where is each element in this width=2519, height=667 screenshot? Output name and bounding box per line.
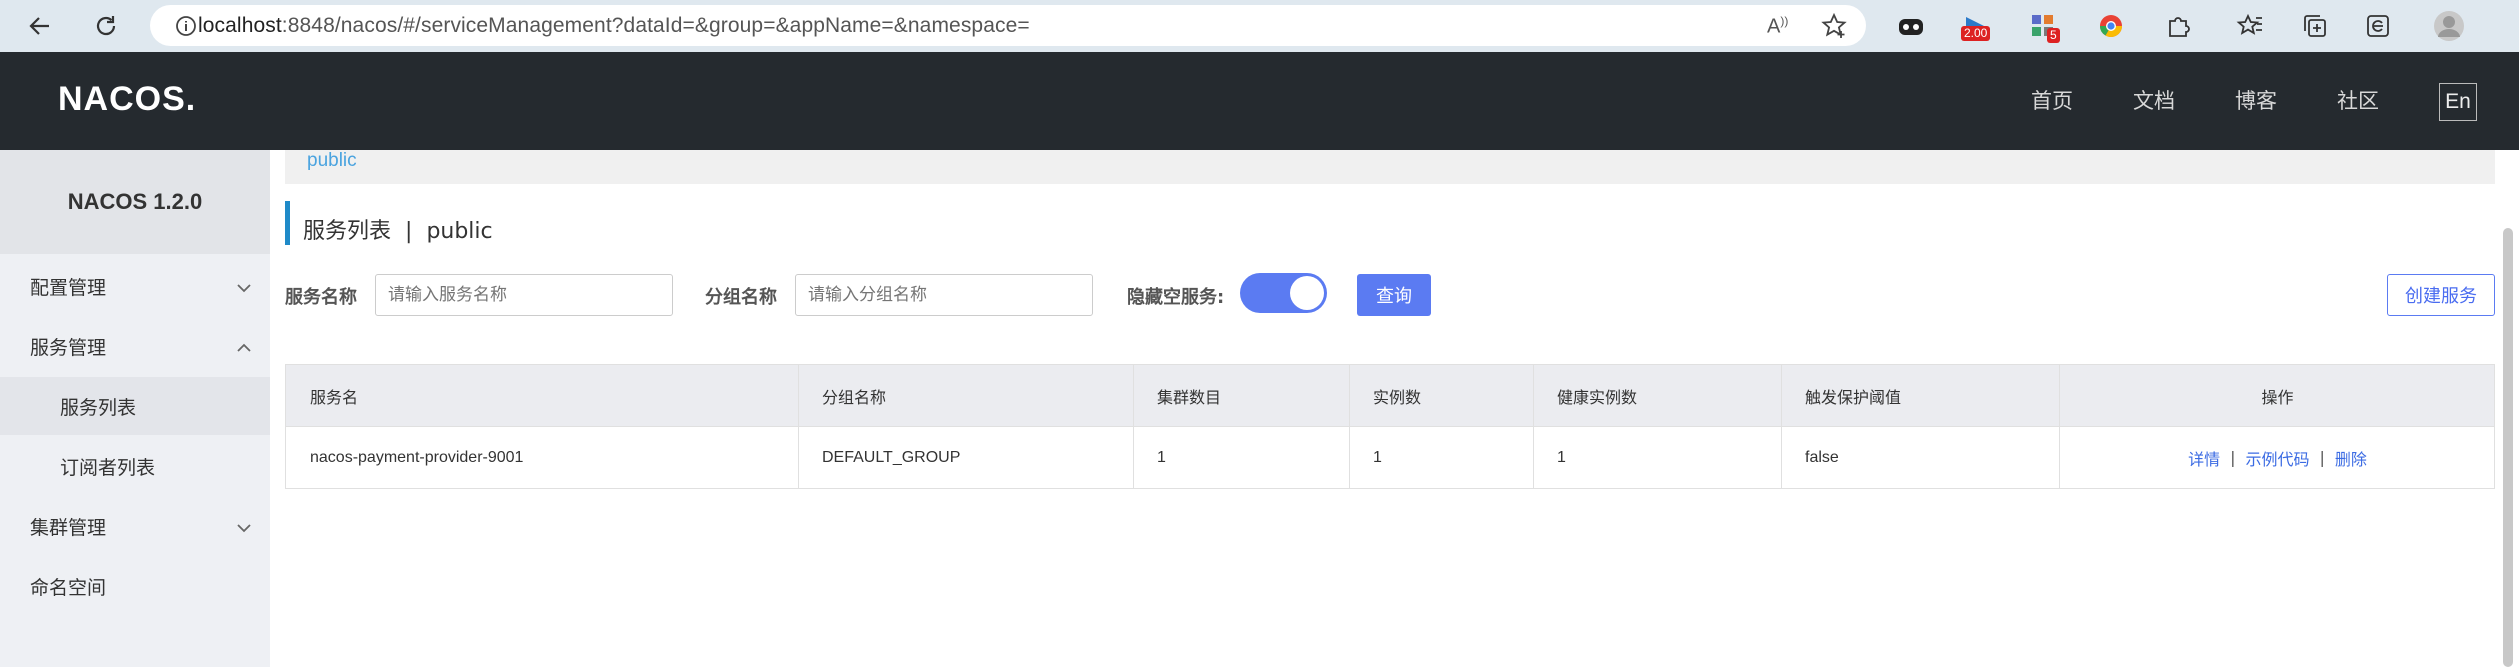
namespace-link[interactable]: public (307, 150, 357, 172)
title-accent (285, 201, 290, 245)
read-aloud-icon[interactable]: A)) (1767, 14, 1788, 39)
ops-separator: | (2230, 448, 2236, 467)
col-operations: 操作 (2261, 387, 2294, 407)
sidebar-item-service-list[interactable]: 服务列表 (0, 377, 270, 435)
browser-toolbar: localhost:8848/nacos/#/serviceManagement… (0, 0, 2519, 53)
edge-icon[interactable] (2360, 8, 2396, 44)
reload-icon[interactable] (86, 6, 126, 46)
service-name-label: 服务名称 (285, 287, 357, 308)
cell-healthy-count: 1 (1557, 448, 1566, 466)
col-instance-count: 实例数 (1373, 387, 1422, 407)
scrollbar[interactable] (2503, 228, 2513, 667)
sidebar-item-label: 配置管理 (30, 276, 107, 299)
sample-code-link[interactable]: 示例代码 (2245, 446, 2309, 470)
favorites-icon[interactable] (2232, 8, 2268, 44)
group-name-input[interactable] (795, 274, 1093, 316)
namespace-strip: public (285, 150, 2495, 184)
table-header: 服务名 分组名称 集群数目 实例数 健康实例数 触发保护阈值 操作 (285, 364, 2495, 427)
cell-service-name: nacos-payment-provider-9001 (310, 448, 524, 466)
extension-badge-icon[interactable]: 2.00 (1957, 8, 1993, 44)
url-text: localhost:8848/nacos/#/serviceManagement… (198, 14, 1030, 38)
puzzle-icon[interactable] (2160, 8, 2196, 44)
delete-link[interactable]: 删除 (2335, 446, 2367, 470)
nav-docs[interactable]: 文档 (2133, 85, 2175, 115)
copilot-icon[interactable] (1893, 8, 1929, 44)
title-separator: | (405, 219, 413, 244)
sidebar-item-namespace[interactable]: 命名空间 (0, 557, 270, 615)
sidebar-item-subscribers[interactable]: 订阅者列表 (0, 437, 270, 495)
chrome-like-icon[interactable] (2093, 8, 2129, 44)
cell-protect-threshold: false (1805, 448, 1839, 466)
page-title-namespace: public (426, 219, 493, 244)
group-name-label: 分组名称 (705, 287, 777, 308)
nav-community[interactable]: 社区 (2337, 85, 2379, 115)
detail-link[interactable]: 详情 (2188, 446, 2220, 470)
sidebar-item-label: 命名空间 (30, 576, 107, 599)
hide-empty-label: 隐藏空服务: (1127, 287, 1225, 308)
sidebar-item-label: 服务管理 (30, 336, 107, 359)
service-name-input[interactable] (375, 274, 673, 316)
table-row: nacos-payment-provider-9001 DEFAULT_GROU… (285, 427, 2495, 489)
page-title-text: 服务列表 (303, 219, 392, 244)
extension-grid-count: 5 (2047, 28, 2060, 43)
url-host: localhost (198, 13, 282, 37)
col-healthy-count: 健康实例数 (1557, 387, 1638, 407)
cell-operations: 详情 | 示例代码 | 删除 (2059, 427, 2496, 488)
cell-instance-count: 1 (1373, 448, 1382, 466)
sidebar-item-label: 集群管理 (30, 516, 107, 539)
language-toggle[interactable]: En (2439, 83, 2477, 121)
col-group-name: 分组名称 (822, 387, 887, 407)
nav-blog[interactable]: 博客 (2235, 85, 2277, 115)
col-cluster-count: 集群数目 (1157, 387, 1222, 407)
url-path: :8848/nacos/#/serviceManagement?dataId=&… (281, 13, 1030, 37)
nacos-logo[interactable]: NACOS. (58, 80, 196, 119)
page-title: 服务列表 | public (303, 213, 493, 245)
chevron-up-icon (236, 337, 252, 359)
cell-cluster-count: 1 (1157, 448, 1166, 466)
sidebar-item-label: 订阅者列表 (60, 456, 156, 479)
create-service-button[interactable]: 创建服务 (2387, 274, 2495, 316)
back-icon[interactable] (20, 6, 60, 46)
sidebar-item-cluster[interactable]: 集群管理 (0, 497, 270, 555)
hide-empty-toggle[interactable] (1240, 273, 1327, 313)
profile-avatar-icon[interactable] (2431, 8, 2467, 44)
chevron-down-icon (236, 277, 252, 299)
sidebar-item-config[interactable]: 配置管理 (0, 257, 270, 315)
query-button[interactable]: 查询 (1357, 274, 1431, 316)
toggle-knob (1290, 276, 1324, 310)
col-service-name: 服务名 (310, 387, 359, 407)
info-icon[interactable] (175, 15, 197, 41)
extension-badge-count: 2.00 (1961, 26, 1991, 41)
nav-home[interactable]: 首页 (2031, 85, 2073, 115)
sidebar-item-service-mgmt[interactable]: 服务管理 (0, 317, 270, 375)
sidebar-item-label: 服务列表 (60, 396, 137, 419)
extension-grid-icon[interactable]: 5 (2025, 8, 2061, 44)
cell-group-name: DEFAULT_GROUP (822, 448, 961, 466)
ops-separator: | (2319, 448, 2325, 467)
col-protect-threshold: 触发保护阈值 (1805, 387, 1902, 407)
address-bar[interactable]: localhost:8848/nacos/#/serviceManagement… (150, 5, 1866, 46)
collections-icon[interactable] (2297, 8, 2333, 44)
version-label: NACOS 1.2.0 (0, 150, 270, 254)
chevron-down-icon (236, 517, 252, 539)
favorite-add-icon[interactable] (1820, 12, 1848, 44)
